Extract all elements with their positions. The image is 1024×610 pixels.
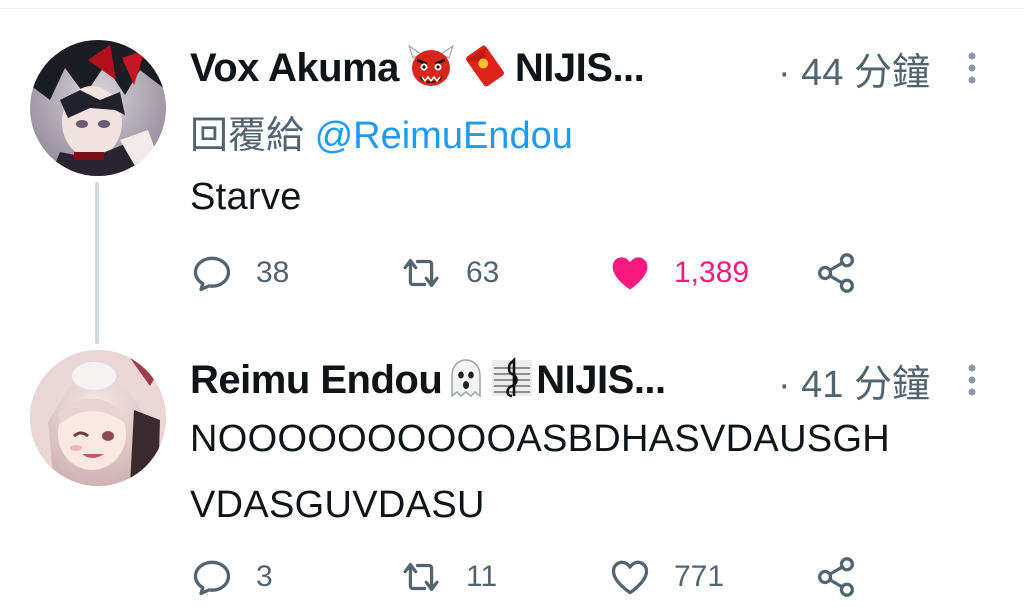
reply-to: 回覆給 @ReimuEndou xyxy=(190,104,573,159)
reply-to-label: 回覆給 xyxy=(190,115,305,157)
tweet-text-line: NOOOOOOOOOOASBDHASVDAUSGH xyxy=(190,418,891,460)
timestamp[interactable]: · 41 分鐘 xyxy=(778,353,930,408)
reply-button[interactable]: 38 xyxy=(190,248,289,298)
reply-count: 38 xyxy=(256,256,290,289)
red-envelope-icon xyxy=(463,44,507,93)
reply-icon xyxy=(193,256,231,292)
more-options-icon[interactable] xyxy=(960,48,984,88)
retweet-button[interactable]: 63 xyxy=(398,248,499,298)
thread-connector-line xyxy=(95,182,99,344)
retweet-icon xyxy=(403,563,439,591)
reply-icon xyxy=(193,560,231,596)
heart-outline-icon xyxy=(611,560,649,595)
avatar-reimu[interactable] xyxy=(30,350,166,486)
like-count: 1,389 xyxy=(674,256,750,289)
like-button[interactable]: 771 xyxy=(608,552,724,602)
ghost-icon xyxy=(446,356,486,405)
tweet-header: Vox Akuma NIJIS... · 44 分鐘 xyxy=(190,40,984,96)
action-bar: 3 11 771 xyxy=(190,552,890,602)
share-icon xyxy=(818,253,854,293)
retweet-icon xyxy=(403,259,439,287)
like-count: 771 xyxy=(674,560,725,593)
display-name[interactable]: Reimu Endou xyxy=(190,358,443,403)
avatar-reimu-image xyxy=(30,350,166,486)
reply-to-mention[interactable]: @ReimuEndou xyxy=(315,115,573,157)
affiliation: NIJIS... xyxy=(536,357,666,402)
tweet-header: Reimu Endou NIJIS... · 41 分鐘 xyxy=(190,352,984,408)
reply-button[interactable]: 3 xyxy=(190,552,273,602)
avatar-vox[interactable] xyxy=(30,40,166,176)
like-button[interactable]: 1,389 xyxy=(608,248,749,298)
tweet-text: Starve xyxy=(190,176,302,218)
tweet-text-line: VDASGUVDASU xyxy=(190,484,485,526)
share-icon xyxy=(818,557,854,597)
tweet-text: NOOOOOOOOOOASBDHASVDAUSGH VDASGUVDASU xyxy=(190,406,890,538)
retweet-count: 63 xyxy=(466,256,500,289)
avatar-vox-image xyxy=(30,40,166,176)
display-name[interactable]: Vox Akuma xyxy=(190,46,399,91)
affiliation: NIJIS... xyxy=(514,45,645,90)
top-divider xyxy=(0,8,1024,9)
share-button[interactable] xyxy=(816,552,856,602)
retweet-count: 11 xyxy=(466,560,498,593)
timestamp[interactable]: · 44 分鐘 xyxy=(778,41,930,96)
oni-icon xyxy=(407,44,455,93)
sheet-music-icon xyxy=(490,356,534,405)
share-button[interactable] xyxy=(816,248,856,298)
retweet-button[interactable]: 11 xyxy=(398,552,497,602)
action-bar: 38 63 1,389 xyxy=(190,248,890,298)
heart-filled-icon xyxy=(612,257,648,290)
reply-count: 3 xyxy=(256,560,273,593)
more-options-icon[interactable] xyxy=(960,360,984,400)
tweet-thread: Vox Akuma NIJIS... · 44 分鐘 回覆給 @ReimuEnd… xyxy=(0,0,1024,610)
